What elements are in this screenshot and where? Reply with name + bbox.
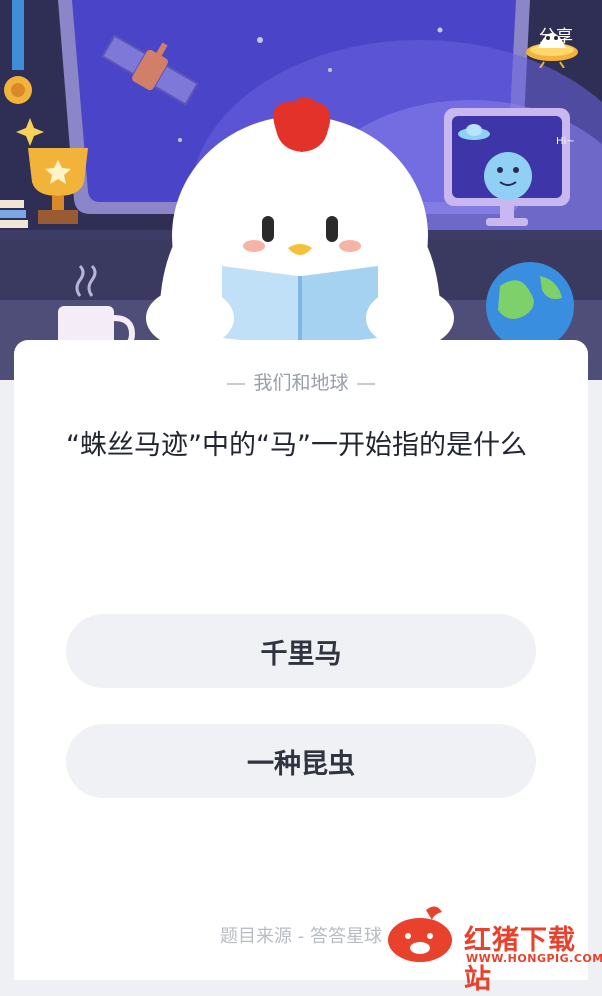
answer-option-label: 一种昆虫 xyxy=(247,748,355,780)
tv-greeting-text: Hi~ xyxy=(556,136,575,147)
answer-option-2[interactable]: 一种昆虫 xyxy=(66,724,536,798)
ufo-share-icon xyxy=(526,33,578,68)
question-category: 我们和地球 xyxy=(14,368,588,395)
question-text: “蛛丝马迹”中的“马”一开始指的是什么 xyxy=(66,430,527,461)
divider xyxy=(356,382,375,385)
site-watermark: 红猪下载站 WWW.HONGPIG.COM xyxy=(386,904,602,995)
scene-artwork xyxy=(0,0,602,380)
watermark-url: WWW.HONGPIG.COM xyxy=(466,952,602,965)
answer-option-1[interactable]: 千里马 xyxy=(66,614,536,688)
answer-option-label: 千里马 xyxy=(260,638,342,670)
pig-logo-icon xyxy=(388,906,452,962)
header-illustration: Hi~ 分享 xyxy=(0,0,602,380)
share-button[interactable]: 分享 xyxy=(524,18,588,104)
divider xyxy=(227,382,246,385)
category-label: 我们和地球 xyxy=(253,372,349,394)
question-card: 我们和地球 “蛛丝马迹”中的“马”一开始指的是什么 千里马 一种昆虫 题目来源 … xyxy=(14,340,588,980)
